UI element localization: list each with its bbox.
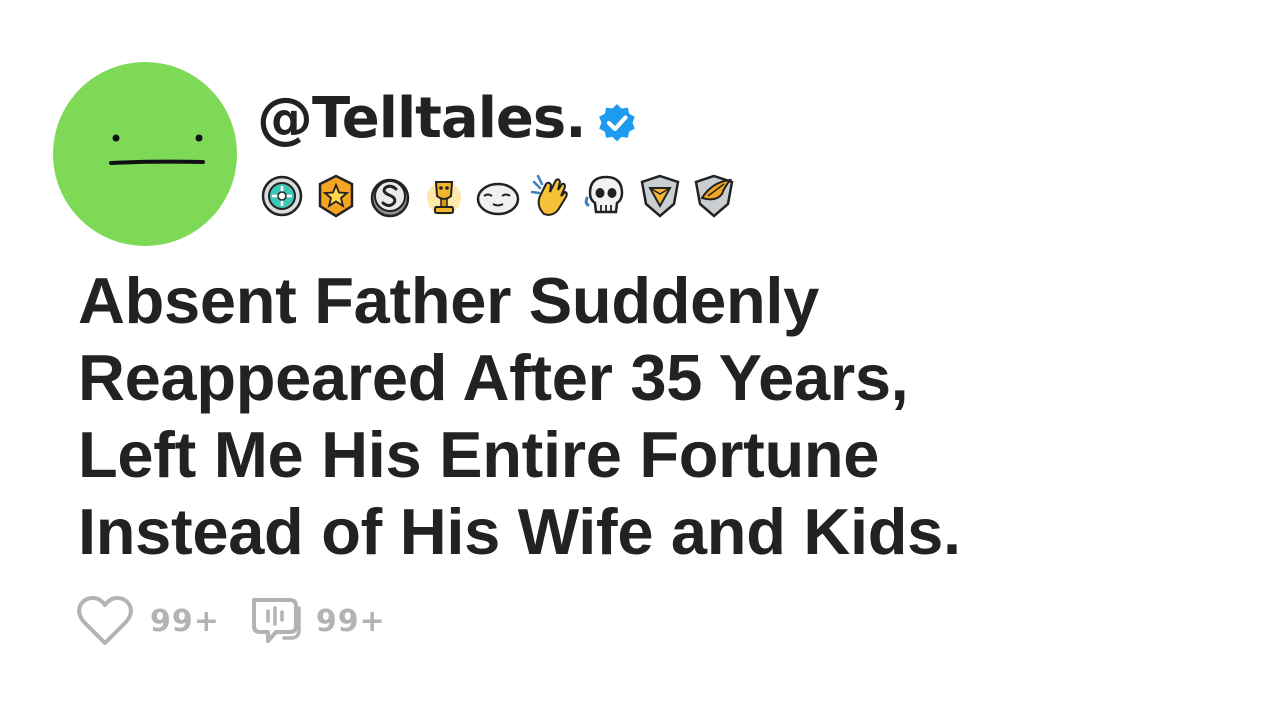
post-title-line: Absent Father Suddenly: [78, 264, 819, 337]
diamond-shield-badge-icon[interactable]: [636, 172, 684, 220]
comment-icon[interactable]: [246, 594, 304, 648]
author-header: @Telltales.: [257, 82, 639, 156]
seal-badge-icon[interactable]: [474, 172, 522, 220]
like-count: 99+: [150, 603, 220, 639]
post-stats: 99+ 99+: [76, 594, 386, 648]
post-title-line: Reappeared After 35 Years,: [78, 341, 909, 414]
post-title-line: Left Me His Entire Fortune: [78, 418, 880, 491]
star-badge-icon[interactable]: [312, 172, 360, 220]
laughing-skull-badge-icon[interactable]: [582, 172, 630, 220]
clapping-hands-badge-icon[interactable]: [528, 172, 576, 220]
post-title: Absent Father Suddenly Reappeared After …: [78, 262, 1258, 570]
award-badges: [258, 172, 738, 220]
gold-trophy-badge-icon[interactable]: [420, 172, 468, 220]
gem-badge-icon[interactable]: [258, 172, 306, 220]
verified-check-icon: [599, 104, 636, 142]
avatar[interactable]: [53, 62, 237, 246]
s-coin-badge-icon[interactable]: [366, 172, 414, 220]
comment-count: 99+: [315, 603, 386, 639]
wing-shield-badge-icon[interactable]: [690, 172, 738, 220]
heart-icon[interactable]: [76, 594, 134, 648]
neutral-face-icon: [109, 134, 205, 165]
username[interactable]: @Telltales.: [257, 91, 586, 147]
post-title-line: Instead of His Wife and Kids.: [78, 495, 961, 568]
